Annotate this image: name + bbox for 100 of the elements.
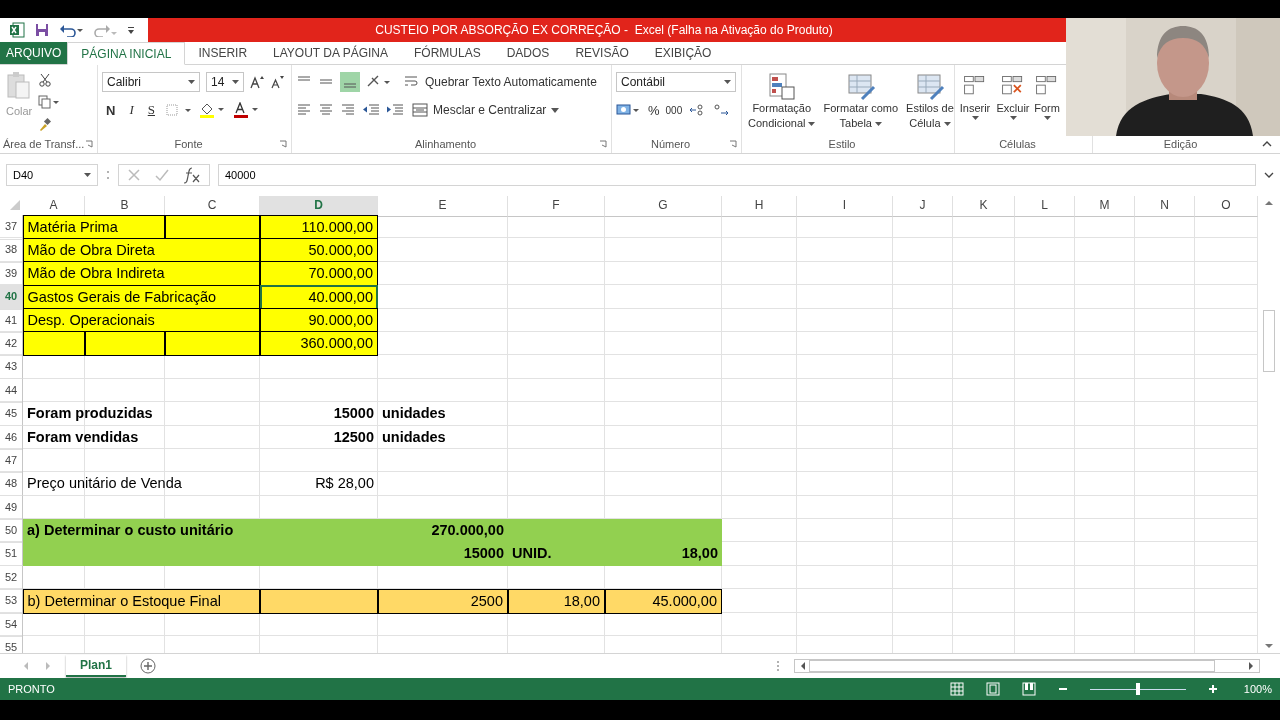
normal-view-icon[interactable] (949, 682, 964, 696)
scissors-icon[interactable] (38, 73, 53, 87)
formula-field[interactable]: 40000 (218, 164, 1256, 186)
copy-icon[interactable] (38, 95, 61, 109)
style-button[interactable]: Estilos de Célula (904, 71, 956, 131)
ribbon-tab[interactable]: DADOS (493, 42, 563, 64)
table-cell: a) Determinar o custo unitário (23, 519, 378, 544)
row-header[interactable]: 46 (0, 425, 23, 450)
grow-font-icon[interactable] (250, 75, 264, 89)
ribbon-tab[interactable]: EXIBIÇÃO (641, 42, 725, 64)
decrease-indent-icon[interactable] (362, 103, 380, 117)
scrollbar-thumb[interactable] (1263, 310, 1275, 372)
fill-color-icon[interactable] (198, 102, 227, 118)
scroll-left-icon[interactable] (799, 661, 807, 671)
function-icon[interactable] (183, 166, 201, 184)
column-header[interactable]: N (1135, 196, 1195, 217)
column-header[interactable]: G (605, 196, 722, 217)
thousands-button[interactable]: 000 (665, 104, 683, 116)
table-cell: UNID. (508, 542, 605, 567)
column-header[interactable]: E (378, 196, 508, 217)
row-header[interactable]: 47 (0, 448, 23, 473)
column-header[interactable]: D (260, 196, 378, 217)
scroll-right-icon[interactable] (1247, 661, 1255, 671)
brush-icon[interactable] (38, 117, 53, 131)
align-left-icon[interactable] (296, 103, 312, 117)
split-handle-icon[interactable] (776, 660, 780, 672)
wrap-text-button[interactable]: Quebrar Texto Automaticamente (402, 75, 599, 89)
wrap-text-icon (404, 75, 420, 89)
increase-indent-icon[interactable] (386, 103, 404, 117)
style-button[interactable]: Formatar como Tabela (821, 71, 901, 131)
row-header[interactable]: 48 (0, 472, 23, 497)
ribbon-tab[interactable]: LAYOUT DA PÁGINA (260, 42, 401, 64)
percent-button[interactable]: % (648, 102, 660, 118)
undo-icon[interactable] (59, 23, 83, 37)
underline-button[interactable]: S (143, 102, 159, 118)
column-header[interactable]: K (953, 196, 1015, 217)
cells-button[interactable]: Excluir (995, 71, 1031, 120)
launcher-icon[interactable] (599, 140, 607, 148)
name-box[interactable]: D40 (6, 164, 98, 186)
ribbon-tab[interactable]: FÓRMULAS (401, 42, 494, 64)
expand-icon[interactable] (1264, 172, 1274, 178)
font-color-icon[interactable] (232, 102, 261, 118)
row-header[interactable]: 45 (0, 402, 23, 427)
customize-icon[interactable] (127, 24, 135, 36)
scroll-down-icon[interactable] (1264, 643, 1274, 649)
currency-icon[interactable] (616, 102, 642, 118)
table-cell: 45.000,00 (604, 588, 722, 614)
column-header[interactable]: H (722, 196, 797, 217)
row-header[interactable]: 43 (0, 355, 23, 380)
cells-button[interactable]: Form (1033, 71, 1061, 120)
number-format-field[interactable]: Contábil (616, 72, 736, 92)
table-cell: 15000 (378, 542, 508, 567)
borders-icon[interactable] (164, 103, 193, 117)
column-header[interactable]: I (797, 196, 893, 217)
add-sheet-icon[interactable] (140, 658, 156, 674)
file-tab[interactable]: ARQUIVO (0, 42, 68, 64)
redo-icon[interactable] (93, 23, 117, 37)
ribbon-tab[interactable]: PÁGINA INICIAL (67, 42, 186, 65)
page-break-icon[interactable] (1021, 682, 1036, 696)
font-size-field[interactable]: 14 (206, 72, 244, 92)
launcher-icon[interactable] (279, 140, 287, 148)
row-header[interactable]: 40 (0, 285, 23, 310)
align-right-icon[interactable] (340, 103, 356, 117)
table-cell: 18,00 (507, 588, 605, 614)
row-header[interactable]: 54 (0, 612, 23, 637)
conditional-format-icon (766, 71, 797, 101)
row-header[interactable]: 44 (0, 378, 23, 403)
scrollbar-thumb[interactable] (809, 660, 1215, 672)
scroll-up-icon[interactable] (1264, 200, 1274, 206)
table-cell: Mão de Obra Indireta (22, 261, 260, 287)
ribbon-tab[interactable]: REVISÃO (562, 42, 642, 64)
row-header[interactable]: 52 (0, 565, 23, 590)
italic-button[interactable]: I (125, 102, 138, 118)
table-cell-text: 15000 (332, 404, 375, 424)
launcher-icon[interactable] (85, 140, 93, 148)
column-header[interactable]: M (1075, 196, 1135, 217)
style-button[interactable]: Formatação Condicional (746, 71, 818, 131)
cells-button[interactable]: Inserir (957, 71, 993, 120)
column-header[interactable]: F (508, 196, 605, 217)
font-name-field[interactable]: Calibri (102, 72, 200, 92)
launcher-icon[interactable] (729, 140, 737, 148)
page-layout-icon[interactable] (985, 682, 1000, 696)
table-cell-text: R$ 28,00 (314, 474, 375, 494)
zoom-level[interactable]: 100% (1243, 683, 1272, 695)
align-center-icon[interactable] (318, 103, 334, 117)
table-brush-icon (914, 71, 945, 101)
bold-button[interactable]: N (102, 102, 120, 118)
column-header[interactable]: L (1015, 196, 1075, 217)
collapse-ribbon-icon[interactable] (1262, 141, 1272, 147)
shrink-font-icon[interactable] (270, 75, 284, 89)
ribbon-tab[interactable]: INSERIR (185, 42, 261, 64)
merge-icon (412, 103, 428, 117)
merge-center-button[interactable]: Mesclar e Centralizar (410, 103, 562, 117)
table-cell: 18,00 (605, 542, 722, 567)
column-header[interactable]: J (893, 196, 953, 217)
decrease-decimal-icon[interactable] (712, 103, 731, 117)
zoom-in-icon[interactable] (1207, 684, 1218, 694)
row-header[interactable]: 49 (0, 495, 23, 520)
row-header[interactable]: 55 (0, 636, 23, 653)
sheet-tab[interactable]: Plan1 (66, 655, 126, 677)
